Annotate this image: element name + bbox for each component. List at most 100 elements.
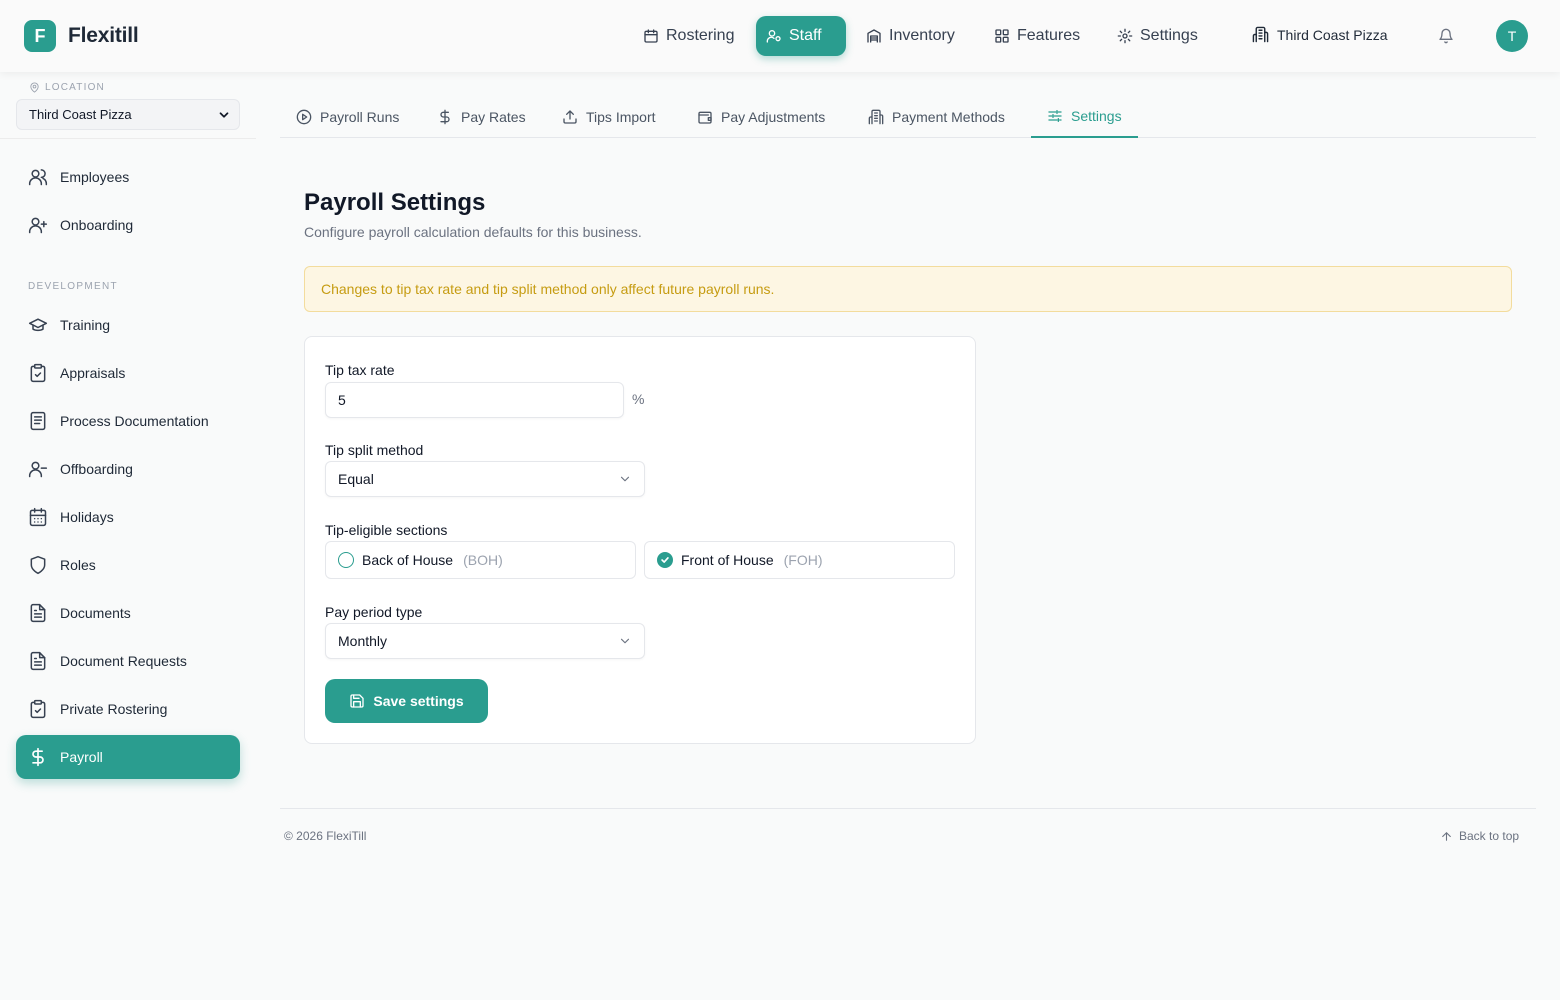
tab-payment-methods[interactable]: Payment Methods (852, 96, 1021, 138)
users-icon (28, 167, 48, 187)
pay-period-value: Monthly (338, 633, 388, 649)
nav-inventory[interactable]: Inventory (856, 16, 965, 56)
sidebar-item-document-requests[interactable]: Document Requests (16, 639, 240, 683)
copyright: © 2026 FlexiTill (284, 829, 367, 843)
sidebar-item-label: Holidays (60, 509, 114, 525)
sidebar-item-payroll[interactable]: Payroll (16, 735, 240, 779)
logo-letter: F (34, 25, 46, 46)
file-text-icon (28, 651, 48, 671)
page-title: Payroll Settings (304, 189, 486, 216)
chevron-down-icon (618, 634, 632, 648)
chevron-down-icon (618, 472, 632, 486)
grid-icon (994, 28, 1010, 44)
pay-period-label: Pay period type (325, 604, 423, 620)
sidebar-item-label: Document Requests (60, 653, 187, 669)
tab-payroll-runs[interactable]: Payroll Runs (280, 96, 415, 138)
tab-settings[interactable]: Settings (1031, 96, 1138, 138)
sections-label: Tip-eligible sections (325, 522, 448, 538)
tab-label: Pay Adjustments (721, 109, 826, 125)
tab-label: Tips Import (586, 109, 656, 125)
play-circle-icon (296, 109, 312, 125)
top-bar: F Flexitill Rostering Staff Inventory Fe… (0, 0, 1560, 72)
building-icon (1252, 26, 1269, 43)
tab-pay-adjustments[interactable]: Pay Adjustments (681, 96, 841, 138)
boh-checkbox[interactable] (338, 552, 354, 568)
boh-label: Back of House (362, 552, 454, 568)
back-to-top-link[interactable]: Back to top (1440, 829, 1519, 843)
sidebar-item-label: Process Documentation (60, 413, 209, 429)
sidebar-section-development: DEVELOPMENT (28, 281, 118, 292)
tip-tax-label: Tip tax rate (325, 362, 395, 378)
nav-staff-label: Staff (789, 27, 822, 44)
sidebar-item-appraisals[interactable]: Appraisals (16, 351, 240, 395)
sidebar-item-roles[interactable]: Roles (16, 543, 240, 587)
nav-settings[interactable]: Settings (1107, 16, 1208, 56)
nav-features[interactable]: Features (984, 16, 1090, 56)
tab-tips-import[interactable]: Tips Import (546, 96, 672, 138)
location-label: LOCATION (29, 82, 105, 93)
sidebar-item-label: Employees (60, 169, 130, 185)
chevron-down-icon (217, 108, 231, 122)
nav-features-label: Features (1017, 27, 1081, 44)
back-to-top-label: Back to top (1459, 829, 1520, 843)
tab-label: Pay Rates (461, 109, 526, 125)
foh-label: Front of House (681, 552, 774, 568)
tab-label: Settings (1071, 108, 1122, 124)
pay-period-select[interactable]: Monthly (325, 623, 645, 659)
users-icon (766, 28, 782, 44)
map-pin-icon (29, 82, 40, 93)
foh-checkbox-option[interactable]: Front of House (FOH) (644, 541, 955, 579)
clipboard-check-icon (28, 699, 48, 719)
nav-rostering-label: Rostering (666, 27, 735, 44)
save-icon (349, 693, 365, 709)
user-avatar[interactable]: T (1496, 20, 1528, 52)
sliders-icon (1047, 108, 1063, 124)
sidebar-item-holidays[interactable]: Holidays (16, 495, 240, 539)
nav-settings-label: Settings (1140, 27, 1198, 44)
save-settings-button[interactable]: Save settings (325, 679, 488, 723)
page-subtitle: Configure payroll calculation defaults f… (304, 224, 642, 240)
upload-icon (562, 109, 578, 125)
app-logo[interactable]: F (24, 20, 56, 52)
clipboard-check-icon (28, 363, 48, 383)
foh-checkbox[interactable] (657, 552, 673, 568)
dollar-icon (437, 109, 453, 125)
location-select[interactable]: Third Coast Pizza (16, 99, 240, 130)
business-switcher[interactable]: Third Coast Pizza (1252, 26, 1387, 43)
nav-rostering[interactable]: Rostering (633, 16, 744, 56)
sidebar-item-label: Onboarding (60, 217, 134, 233)
sidebar-item-label: Private Rostering (60, 701, 168, 717)
arrow-up-icon (1440, 830, 1453, 843)
warning-banner: Changes to tip tax rate and tip split me… (304, 266, 1512, 312)
sidebar-item-employees[interactable]: Employees (16, 155, 240, 199)
tip-split-select[interactable]: Equal (325, 461, 645, 497)
bell-icon[interactable] (1438, 28, 1454, 44)
business-name: Third Coast Pizza (1277, 26, 1388, 43)
app-name[interactable]: Flexitill (68, 24, 139, 48)
sidebar-item-training[interactable]: Training (16, 303, 240, 347)
sidebar-item-label: Appraisals (60, 365, 126, 381)
sidebar-divider (0, 138, 256, 139)
graduation-cap-icon (28, 315, 48, 335)
sidebar-item-offboarding[interactable]: Offboarding (16, 447, 240, 491)
sidebar-item-label: Offboarding (60, 461, 133, 477)
nav-inventory-label: Inventory (889, 27, 955, 44)
footer-divider (280, 808, 1536, 809)
tab-pay-rates[interactable]: Pay Rates (421, 96, 542, 138)
wallet-icon (697, 109, 713, 125)
user-plus-icon (28, 215, 48, 235)
sidebar-item-private-rostering[interactable]: Private Rostering (16, 687, 240, 731)
tip-tax-input[interactable]: 5 (325, 382, 624, 418)
sidebar-item-documents[interactable]: Documents (16, 591, 240, 635)
calendar-icon (643, 28, 659, 44)
location-label-text: LOCATION (45, 82, 105, 93)
sidebar-item-onboarding[interactable]: Onboarding (16, 203, 240, 247)
sidebar-item-process-documentation[interactable]: Process Documentation (16, 399, 240, 443)
save-settings-label: Save settings (373, 693, 464, 709)
nav-staff[interactable]: Staff (756, 16, 846, 56)
location-select-value: Third Coast Pizza (29, 107, 132, 122)
book-icon (28, 411, 48, 431)
tab-label: Payment Methods (892, 109, 1005, 125)
boh-checkbox-option[interactable]: Back of House (BOH) (325, 541, 636, 579)
dollar-icon (28, 747, 48, 767)
